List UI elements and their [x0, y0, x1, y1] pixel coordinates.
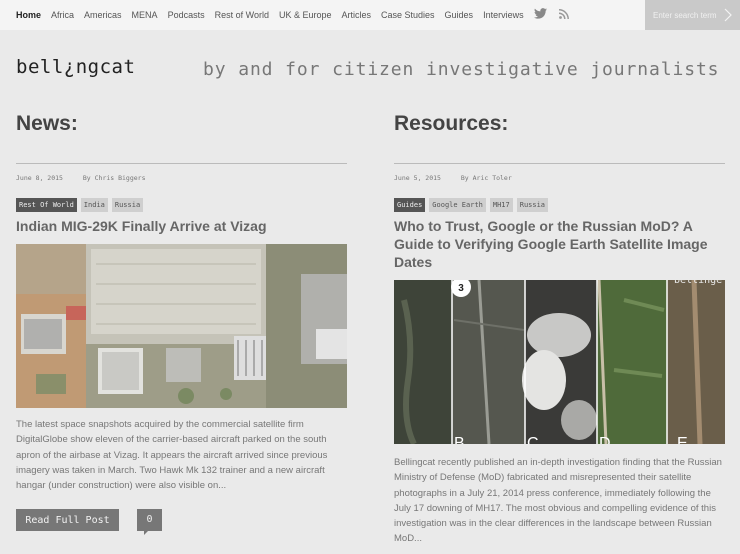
post-author[interactable]: By Aric Toler — [461, 174, 512, 182]
chevron-right-icon[interactable] — [724, 8, 736, 22]
nav-links: Home Africa Americas MENA Podcasts Rest … — [16, 0, 581, 30]
post-image-satellite-airbase[interactable] — [16, 244, 347, 408]
panel-label-e: E — [677, 435, 688, 444]
search-input[interactable] — [645, 0, 723, 30]
news-heading: News: — [16, 112, 78, 135]
nav-item-case-studies[interactable]: Case Studies — [381, 10, 435, 20]
resources-heading: Resources: — [394, 112, 509, 135]
post-tags: Guides Google Earth MH17 Russia — [394, 198, 552, 212]
nav-item-podcasts[interactable]: Podcasts — [168, 10, 205, 20]
post-meta: June 8, 2015 By Chris Biggers — [16, 174, 162, 182]
nav-item-americas[interactable]: Americas — [84, 10, 122, 20]
post-excerpt: The latest space snapshots acquired by t… — [16, 419, 328, 492]
nav-item-uk-europe[interactable]: UK & Europe — [279, 10, 332, 20]
tag-mh17[interactable]: MH17 — [489, 198, 513, 212]
image-watermark: bellinge — [674, 280, 722, 286]
comment-count-badge[interactable]: 0 — [137, 509, 162, 535]
satellite-image — [16, 244, 347, 408]
tag-guides[interactable]: Guides — [394, 198, 426, 212]
divider — [16, 163, 347, 164]
twitter-icon[interactable] — [533, 6, 547, 24]
post-excerpt: Bellingcat recently published an in-dept… — [394, 457, 722, 545]
site-logo[interactable]: bell¿ngcat — [16, 56, 135, 78]
tag-russia[interactable]: Russia — [111, 198, 144, 212]
resources-column: Resources: June 5, 2015 By Aric Toler Gu… — [394, 110, 725, 544]
nav-item-interviews[interactable]: Interviews — [483, 10, 524, 20]
panel-label-c: C — [527, 435, 539, 444]
panel-label-d: D — [599, 435, 611, 444]
search-box — [645, 0, 740, 30]
tag-google-earth[interactable]: Google Earth — [429, 198, 486, 212]
post-author[interactable]: By Chris Biggers — [83, 174, 146, 182]
news-column: News: June 8, 2015 By Chris Biggers Rest… — [16, 110, 347, 535]
post-image-satellite-comparison[interactable]: 3 bellinge B C D E — [394, 280, 725, 444]
post-date: June 5, 2015 — [394, 174, 441, 182]
top-nav: Home Africa Americas MENA Podcasts Rest … — [0, 0, 740, 30]
nav-item-mena[interactable]: MENA — [132, 10, 158, 20]
tag-india[interactable]: India — [80, 198, 108, 212]
tag-russia[interactable]: Russia — [516, 198, 549, 212]
tag-rest-of-world[interactable]: Rest Of World — [16, 198, 77, 212]
divider — [394, 163, 725, 164]
site-tagline: by and for citizen investigative journal… — [203, 59, 720, 80]
post-title[interactable]: Who to Trust, Google or the Russian MoD?… — [394, 217, 725, 271]
read-full-post-button[interactable]: Read Full Post — [16, 509, 119, 531]
nav-item-africa[interactable]: Africa — [51, 10, 74, 20]
satellite-comparison-image: 3 bellinge B C D E — [394, 280, 725, 444]
panel-label-b: B — [454, 435, 465, 444]
rss-icon[interactable] — [558, 6, 569, 24]
nav-item-home[interactable]: Home — [16, 10, 41, 20]
nav-item-guides[interactable]: Guides — [445, 10, 474, 20]
post-tags: Rest Of World India Russia — [16, 198, 147, 212]
post-date: June 8, 2015 — [16, 174, 63, 182]
post-meta: June 5, 2015 By Aric Toler — [394, 174, 528, 182]
nav-item-rest-of-world[interactable]: Rest of World — [215, 10, 269, 20]
post-title[interactable]: Indian MIG-29K Finally Arrive at Vizag — [16, 217, 347, 235]
nav-item-articles[interactable]: Articles — [341, 10, 371, 20]
image-badge-number: 3 — [458, 283, 464, 294]
